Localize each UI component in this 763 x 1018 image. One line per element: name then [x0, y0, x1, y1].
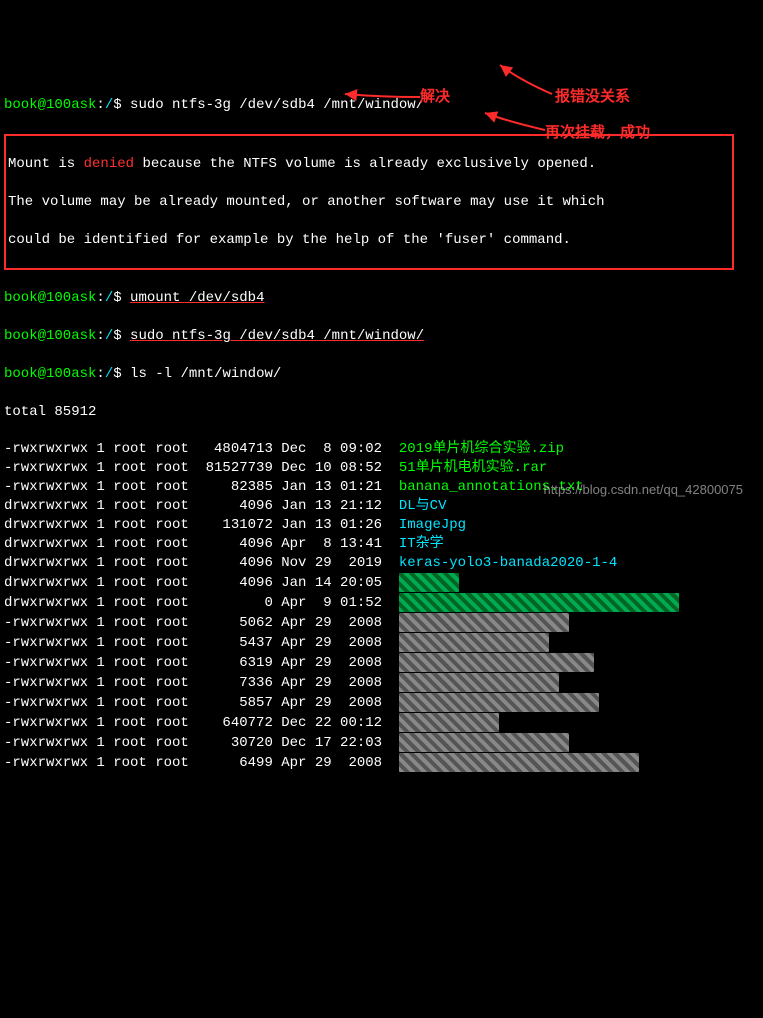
- file-row: -rwxrwxrwx 1 root root 6319 Apr 29 2008: [4, 653, 759, 673]
- terminal[interactable]: book@100ask:/$ sudo ntfs-3g /dev/sdb4 /m…: [0, 76, 763, 795]
- file-row: -rwxrwxrwx 1 root root 5437 Apr 29 2008: [4, 633, 759, 653]
- file-row: -rwxrwxrwx 1 root root 640772 Dec 22 00:…: [4, 713, 759, 733]
- file-row: drwxrwxrwx 1 root root 0 Apr 9 01:52: [4, 593, 759, 613]
- prompt-line-3: book@100ask:/$ sudo ntfs-3g /dev/sdb4 /m…: [4, 327, 759, 346]
- annotation-solve: 解决: [420, 87, 450, 107]
- prompt-line-4: book@100ask:/$ ls -l /mnt/window/: [4, 365, 759, 384]
- cmd-2: umount /dev/sdb4: [130, 290, 264, 306]
- file-row: -rwxrwxrwx 1 root root 7336 Apr 29 2008: [4, 673, 759, 693]
- prompt-line-2: book@100ask:/$ umount /dev/sdb4: [4, 289, 759, 308]
- file-row: -rwxrwxrwx 1 root root 81527739 Dec 10 0…: [4, 459, 759, 478]
- file-row: drwxrwxrwx 1 root root 4096 Jan 13 21:12…: [4, 497, 759, 516]
- annotation-remount: 再次挂载，成功: [545, 123, 650, 143]
- cmd-1: sudo ntfs-3g /dev/sdb4 /mnt/window/: [130, 97, 424, 113]
- cmd-4: ls -l /mnt/window/: [130, 366, 281, 382]
- total-line: total 85912: [4, 403, 759, 422]
- file-row: -rwxrwxrwx 1 root root 30720 Dec 17 22:0…: [4, 733, 759, 753]
- error-message-box: Mount is denied because the NTFS volume …: [4, 134, 734, 270]
- file-row: -rwxrwxrwx 1 root root 5062 Apr 29 2008: [4, 613, 759, 633]
- file-row: drwxrwxrwx 1 root root 4096 Nov 29 2019 …: [4, 554, 759, 573]
- file-row: -rwxrwxrwx 1 root root 6499 Apr 29 2008: [4, 753, 759, 773]
- watermark: https://blog.csdn.net/qq_42800075: [544, 481, 744, 499]
- cmd-3: sudo ntfs-3g /dev/sdb4 /mnt/window/: [130, 328, 424, 344]
- file-row: drwxrwxrwx 1 root root 4096 Jan 14 20:05: [4, 573, 759, 593]
- file-row: -rwxrwxrwx 1 root root 5857 Apr 29 2008: [4, 693, 759, 713]
- annotation-error-ok: 报错没关系: [555, 87, 630, 107]
- prompt-line-1: book@100ask:/$ sudo ntfs-3g /dev/sdb4 /m…: [4, 96, 759, 115]
- file-row: -rwxrwxrwx 1 root root 4804713 Dec 8 09:…: [4, 440, 759, 459]
- file-row: drwxrwxrwx 1 root root 131072 Jan 13 01:…: [4, 516, 759, 535]
- file-row: drwxrwxrwx 1 root root 4096 Apr 8 13:41 …: [4, 535, 759, 554]
